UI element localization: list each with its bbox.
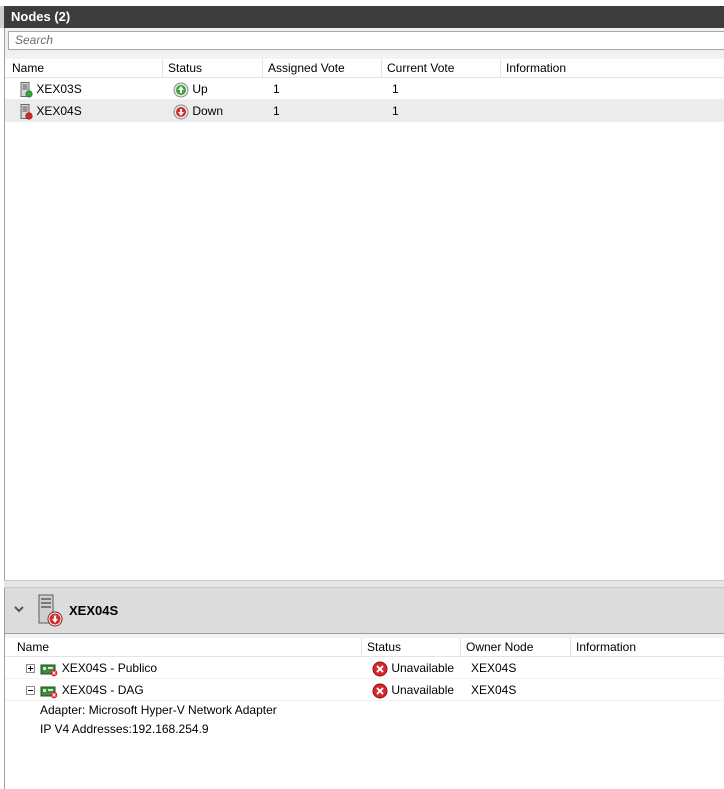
network-adapter-error-icon bbox=[40, 684, 58, 699]
down-arrow-icon bbox=[173, 104, 189, 120]
owner-node: XEX04S bbox=[471, 683, 517, 697]
resource-status-cell: Unavailable bbox=[372, 657, 454, 679]
networks-table-header: Name Status Owner Node Information bbox=[5, 634, 724, 657]
node-status: Down bbox=[192, 104, 224, 118]
column-header-information[interactable]: Information bbox=[571, 638, 724, 656]
error-icon bbox=[372, 683, 388, 699]
column-header-assigned-vote[interactable]: Assigned Vote bbox=[263, 59, 382, 77]
resource-status: Unavailable bbox=[391, 661, 455, 675]
column-header-status[interactable]: Status bbox=[362, 638, 461, 656]
table-row[interactable]: XEX03S Up 1 1 bbox=[5, 78, 724, 100]
collapse-icon[interactable] bbox=[26, 686, 35, 696]
network-adapter-error-icon bbox=[40, 662, 58, 677]
table-row[interactable]: XEX04S - Publico Unavailable XEX04S bbox=[5, 657, 724, 679]
search-bar: Search bbox=[4, 28, 724, 55]
resource-status-cell: Unavailable bbox=[372, 679, 454, 701]
assigned-vote: 1 bbox=[273, 104, 280, 118]
chevron-down-icon[interactable] bbox=[11, 601, 27, 617]
panel-title: Nodes (2) bbox=[0, 6, 724, 28]
column-header-name[interactable]: Name bbox=[12, 638, 362, 656]
node-name-cell: XEX03S bbox=[19, 78, 82, 100]
resource-name: XEX04S - DAG bbox=[61, 683, 144, 697]
node-status: Up bbox=[192, 82, 208, 96]
server-up-icon bbox=[19, 81, 33, 98]
node-name-cell: XEX04S bbox=[19, 100, 82, 122]
ip-address-info: IP V4 Addresses:192.168.254.9 bbox=[40, 722, 209, 736]
nodes-table-header: Name Status Assigned Vote Current Vote I… bbox=[5, 55, 724, 78]
resource-name-cell: XEX04S - Publico bbox=[26, 657, 157, 679]
detail-header: XEX04S bbox=[4, 588, 724, 634]
column-header-information[interactable]: Information bbox=[501, 59, 724, 77]
column-header-owner-node[interactable]: Owner Node bbox=[461, 638, 571, 656]
search-input[interactable]: Search bbox=[8, 31, 724, 50]
node-status-cell: Down bbox=[173, 100, 223, 122]
resource-status: Unavailable bbox=[391, 683, 455, 697]
error-icon bbox=[372, 661, 388, 677]
node-status-cell: Up bbox=[173, 78, 208, 100]
nodes-table: Name Status Assigned Vote Current Vote I… bbox=[4, 55, 724, 580]
server-down-icon bbox=[36, 594, 66, 628]
resource-name: XEX04S - Publico bbox=[61, 661, 158, 675]
column-header-current-vote[interactable]: Current Vote bbox=[382, 59, 501, 77]
assigned-vote: 1 bbox=[273, 82, 280, 96]
up-arrow-icon bbox=[173, 82, 189, 98]
pane-splitter[interactable] bbox=[4, 580, 724, 588]
detail-title: XEX04S bbox=[69, 603, 119, 618]
table-row[interactable]: XEX04S Down 1 1 bbox=[5, 100, 724, 122]
table-row[interactable]: XEX04S - DAG Unavailable XEX04S bbox=[5, 679, 724, 701]
resource-name-cell: XEX04S - DAG bbox=[26, 679, 144, 701]
node-name: XEX04S bbox=[36, 104, 82, 118]
owner-node: XEX04S bbox=[471, 661, 517, 675]
networks-table: Name Status Owner Node Information XEX04… bbox=[4, 634, 724, 789]
server-down-icon bbox=[19, 103, 33, 120]
node-name: XEX03S bbox=[36, 82, 82, 96]
adapter-info: Adapter: Microsoft Hyper-V Network Adapt… bbox=[40, 703, 277, 717]
expand-icon[interactable] bbox=[26, 664, 35, 674]
current-vote: 1 bbox=[392, 82, 399, 96]
column-header-status[interactable]: Status bbox=[163, 59, 263, 77]
column-header-name[interactable]: Name bbox=[7, 59, 163, 77]
current-vote: 1 bbox=[392, 104, 399, 118]
